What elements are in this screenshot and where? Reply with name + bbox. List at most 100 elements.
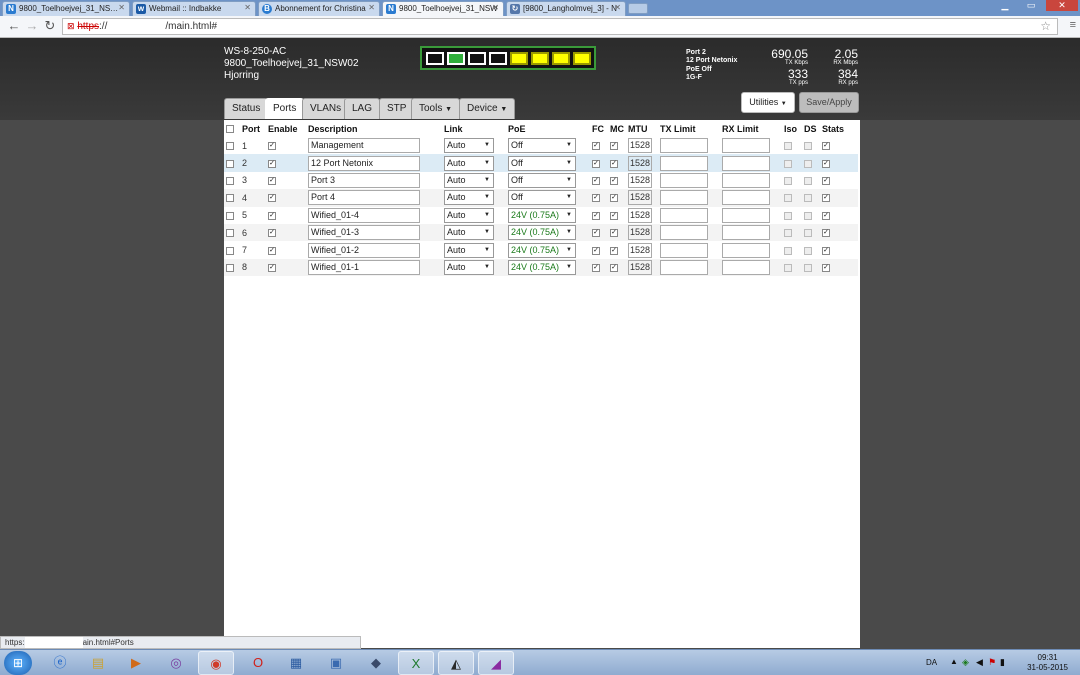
iso-checkbox[interactable] <box>784 177 792 186</box>
mtu-input[interactable]: 1528 <box>628 155 652 171</box>
mtu-input[interactable]: 1528 <box>628 225 652 241</box>
ds-checkbox[interactable] <box>804 229 812 238</box>
browser-tab[interactable]: N 9800_Toelhoejvej_31_NS… ✕ <box>2 1 130 16</box>
tx-limit-input[interactable] <box>660 225 708 241</box>
stats-checkbox[interactable]: ✓ <box>822 177 830 186</box>
forward-button[interactable]: → <box>24 18 40 34</box>
tab-ports[interactable]: Ports <box>265 98 305 119</box>
rx-limit-input[interactable] <box>722 207 770 223</box>
select-all-checkbox[interactable] <box>226 125 234 134</box>
signal-icon[interactable]: ▮ <box>1000 657 1005 668</box>
mtu-input[interactable]: 1528 <box>628 190 652 206</box>
row-select-checkbox[interactable] <box>226 194 234 203</box>
rx-limit-input[interactable] <box>722 225 770 241</box>
bookmark-star-icon[interactable]: ☆ <box>1040 19 1051 34</box>
browser-tab[interactable]: ↻ [9800_Langholmvej_3] - N ✕ <box>506 1 626 16</box>
stats-checkbox[interactable]: ✓ <box>822 194 830 203</box>
row-select-checkbox[interactable] <box>226 211 234 220</box>
enable-checkbox[interactable]: ✓ <box>268 211 276 220</box>
mc-checkbox[interactable]: ✓ <box>610 194 618 203</box>
virtualbox-icon[interactable]: ◆ <box>358 651 394 675</box>
port-light-6[interactable] <box>531 52 549 65</box>
iso-checkbox[interactable] <box>784 229 792 238</box>
description-input[interactable]: Wified_01-4 <box>308 207 420 223</box>
poe-select[interactable]: Off ▼ <box>508 172 576 188</box>
tab-vlans[interactable]: VLANs <box>302 98 350 119</box>
mtu-input[interactable]: 1528 <box>628 259 652 275</box>
iso-checkbox[interactable] <box>784 246 792 255</box>
minimize-button[interactable]: ▁ <box>992 0 1018 11</box>
mtu-input[interactable]: 1528 <box>628 207 652 223</box>
iso-checkbox[interactable] <box>784 211 792 220</box>
description-input[interactable]: Port 4 <box>308 190 420 206</box>
link-select[interactable]: Auto ▼ <box>444 242 494 258</box>
poe-select[interactable]: Off ▼ <box>508 155 576 171</box>
description-input[interactable]: Port 3 <box>308 172 420 188</box>
enable-checkbox[interactable]: ✓ <box>268 142 276 151</box>
close-icon[interactable]: ✕ <box>614 3 621 12</box>
ds-checkbox[interactable] <box>804 177 812 186</box>
row-select-checkbox[interactable] <box>226 264 234 273</box>
chrome-icon[interactable]: ◉ <box>198 651 234 675</box>
port-light-1[interactable] <box>426 52 444 65</box>
fc-checkbox[interactable]: ✓ <box>592 229 600 238</box>
link-select[interactable]: Auto ▼ <box>444 138 494 154</box>
mc-checkbox[interactable]: ✓ <box>610 246 618 255</box>
address-bar[interactable]: ⊠ https:// /main.html# ☆ <box>62 18 1058 35</box>
tab-device[interactable]: Device ▼ <box>459 98 516 119</box>
close-icon[interactable]: ✕ <box>118 3 125 12</box>
close-window-button[interactable]: ✕ <box>1046 0 1078 11</box>
new-tab-button[interactable] <box>628 3 648 14</box>
ds-checkbox[interactable] <box>804 142 812 151</box>
ds-checkbox[interactable] <box>804 194 812 203</box>
enable-checkbox[interactable]: ✓ <box>268 194 276 203</box>
description-input[interactable]: Wified_01-3 <box>308 225 420 241</box>
rx-limit-input[interactable] <box>722 138 770 154</box>
description-input[interactable]: 12 Port Netonix <box>308 155 420 171</box>
tab-stp[interactable]: STP <box>379 98 415 119</box>
action-center-icon[interactable]: ⚑ <box>988 657 996 668</box>
tx-limit-input[interactable] <box>660 138 708 154</box>
browser-menu-icon[interactable]: ≡ <box>1070 19 1076 31</box>
rx-limit-input[interactable] <box>722 190 770 206</box>
close-icon[interactable]: ✕ <box>492 3 499 12</box>
clock[interactable]: 09:31 31-05-2015 <box>1027 653 1068 673</box>
link-select[interactable]: Auto ▼ <box>444 155 494 171</box>
link-select[interactable]: Auto ▼ <box>444 172 494 188</box>
tx-limit-input[interactable] <box>660 207 708 223</box>
explorer-icon[interactable]: ▤ <box>80 651 116 675</box>
volume-icon[interactable]: ◀ <box>976 657 983 668</box>
show-hidden-icons-icon[interactable]: ▲ <box>950 657 958 666</box>
close-icon[interactable]: ✕ <box>244 3 251 12</box>
poe-select[interactable]: 24V (0.75A) ▼ <box>508 207 576 223</box>
row-select-checkbox[interactable] <box>226 177 234 186</box>
enable-checkbox[interactable]: ✓ <box>268 177 276 186</box>
close-icon[interactable]: ✕ <box>368 3 375 12</box>
reload-icon[interactable]: ↻ <box>42 18 58 34</box>
tab-tools[interactable]: Tools ▼ <box>411 98 461 119</box>
mc-checkbox[interactable]: ✓ <box>610 211 618 220</box>
link-select[interactable]: Auto ▼ <box>444 259 494 275</box>
mtu-input[interactable]: 1528 <box>628 242 652 258</box>
port-light-2[interactable] <box>447 52 465 65</box>
ds-checkbox[interactable] <box>804 246 812 255</box>
iso-checkbox[interactable] <box>784 264 792 273</box>
enable-checkbox[interactable]: ✓ <box>268 264 276 273</box>
mtu-input[interactable]: 1528 <box>628 172 652 188</box>
fc-checkbox[interactable]: ✓ <box>592 177 600 186</box>
language-indicator[interactable]: DA <box>926 658 937 667</box>
rx-limit-input[interactable] <box>722 259 770 275</box>
iso-checkbox[interactable] <box>784 142 792 151</box>
poe-select[interactable]: 24V (0.75A) ▼ <box>508 242 576 258</box>
fc-checkbox[interactable]: ✓ <box>592 142 600 151</box>
fc-checkbox[interactable]: ✓ <box>592 194 600 203</box>
opera-icon[interactable]: O <box>240 651 276 675</box>
media-player-icon[interactable]: ▶ <box>118 651 154 675</box>
tx-limit-input[interactable] <box>660 259 708 275</box>
poe-select[interactable]: Off ▼ <box>508 190 576 206</box>
network-app-icon[interactable]: ▦ <box>278 651 314 675</box>
tx-limit-input[interactable] <box>660 155 708 171</box>
port-light-5[interactable] <box>510 52 528 65</box>
tx-limit-input[interactable] <box>660 242 708 258</box>
port-light-3[interactable] <box>468 52 486 65</box>
